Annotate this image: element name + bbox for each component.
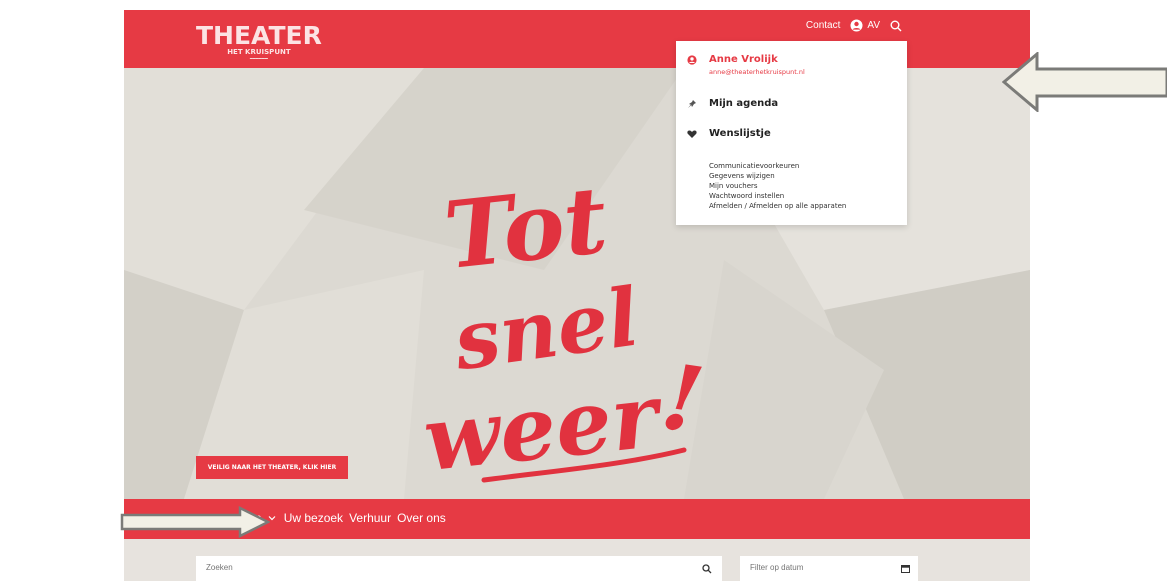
menu-item-agenda[interactable]: Mijn agenda	[687, 98, 778, 109]
annotation-arrow-right-icon	[120, 506, 270, 538]
nav-item-rental[interactable]: Verhuur	[349, 511, 391, 525]
main-nav-items: a Uw bezoek Verhuur Over ons	[255, 511, 446, 525]
nav-item-visit[interactable]: Uw bezoek	[284, 511, 343, 525]
calendar-icon[interactable]	[901, 564, 910, 573]
search-bar-area	[124, 539, 1030, 581]
annotation-arrow-left-icon	[1002, 52, 1167, 112]
user-menu-button[interactable]: AV	[850, 19, 880, 32]
user-icon	[850, 19, 863, 32]
safe-visit-cta-button[interactable]: VEILIG NAAR HET THEATER, KLIK HIER	[196, 456, 348, 479]
search-input[interactable]	[204, 562, 628, 573]
wishlist-label: Wenslijstje	[709, 128, 771, 139]
user-name: Anne Vrolijk	[709, 54, 778, 65]
top-nav: Contact AV	[806, 19, 902, 32]
logo[interactable]: THEATER HET KRUISPUNT ▬▬▬▬▬▬	[196, 21, 322, 60]
slogan-exclamation: !	[656, 344, 710, 454]
search-icon[interactable]	[890, 20, 902, 32]
user-email: anne@theaterhetkruispunt.nl	[709, 68, 805, 76]
slogan-line-1: Tot	[440, 166, 612, 290]
date-filter-box[interactable]	[740, 556, 918, 581]
logo-title: THEATER	[196, 21, 322, 50]
link-my-vouchers[interactable]: Mijn vouchers	[709, 181, 846, 191]
user-profile-row[interactable]: Anne Vrolijk	[687, 54, 778, 65]
agenda-label: Mijn agenda	[709, 98, 779, 109]
screenshot-frame: Tot snel weer ! THEATER HET KRUISPUNT ▬▬…	[0, 0, 1167, 581]
link-edit-details[interactable]: Gegevens wijzigen	[709, 171, 846, 181]
nav-item-about[interactable]: Over ons	[397, 511, 446, 525]
search-box[interactable]	[196, 556, 722, 581]
search-icon[interactable]	[702, 564, 712, 574]
website: Tot snel weer ! THEATER HET KRUISPUNT ▬▬…	[124, 10, 1030, 581]
user-initials: AV	[867, 20, 880, 31]
link-communication-preferences[interactable]: Communicatievoorkeuren	[709, 161, 846, 171]
menu-item-wishlist[interactable]: Wenslijstje	[687, 128, 771, 139]
link-logout[interactable]: Afmelden / Afmelden op alle apparaten	[709, 201, 846, 211]
heart-icon	[687, 130, 697, 138]
contact-link[interactable]: Contact	[806, 20, 840, 31]
pin-icon	[688, 99, 696, 108]
user-icon	[687, 54, 697, 65]
user-dropdown-menu: Anne Vrolijk anne@theaterhetkruispunt.nl…	[676, 41, 907, 225]
date-filter-input[interactable]	[748, 562, 892, 573]
account-links: Communicatievoorkeuren Gegevens wijzigen…	[709, 161, 846, 211]
link-set-password[interactable]: Wachtwoord instellen	[709, 191, 846, 201]
logo-underline: ▬▬▬▬▬▬	[249, 56, 268, 60]
